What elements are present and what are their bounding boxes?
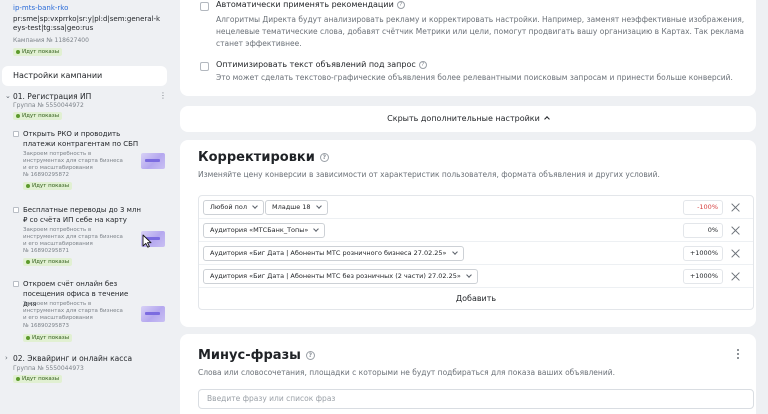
adjustments-description: Изменяйте цену конверсии в зависимости о… (198, 170, 660, 179)
status-dot-icon (26, 260, 30, 264)
hide-extra-settings-button[interactable]: Скрыть дополнительные настройки (180, 106, 756, 132)
optimize-text-label: Оптимизировать текст объявлений под запр… (216, 60, 427, 69)
status-dot-icon (26, 184, 30, 188)
adjustment-row: Аудитория «МТСБанк_Топы» 0% (199, 219, 753, 242)
adjustment-row: Аудитория «Биг Дата | Абоненты МТС без р… (199, 265, 753, 288)
age-select[interactable]: Младше 18 (265, 200, 328, 215)
add-adjustment-button[interactable]: Добавить (199, 288, 753, 310)
ad-image-thumbnail (141, 306, 165, 322)
group-number: Группа № 5550044972 (13, 102, 84, 109)
optimize-text-checkbox[interactable] (200, 62, 209, 71)
ad-description: Закроем потребность в инструментах для с… (23, 301, 123, 321)
optimize-text-description: Это может сделать текстово-графические о… (216, 73, 733, 82)
status-dot-icon (16, 377, 20, 381)
ad-description: Закроем потребность в инструментах для с… (23, 227, 123, 247)
help-icon[interactable]: ? (418, 61, 427, 69)
remove-adjustment-icon[interactable] (731, 271, 741, 281)
adjustments-list: Любой пол Младше 18 -100% Аудитория «МТС… (198, 195, 754, 310)
campaign-settings-item[interactable]: Настройки кампании (2, 66, 167, 86)
adjustments-title: Корректировки? (198, 150, 329, 165)
adjustment-value-input[interactable]: 0% (683, 223, 723, 238)
ad-checkbox[interactable] (13, 281, 19, 287)
campaign-link[interactable]: ip-mts-bank-rko (13, 4, 68, 12)
minus-phrases-input[interactable]: Введите фразу или список фраз (198, 389, 754, 409)
ad-description: Закроем потребность в инструментах для с… (23, 151, 123, 171)
remove-adjustment-icon[interactable] (731, 202, 741, 212)
adjustment-row: Аудитория «Биг Дата | Абоненты МТС розни… (199, 242, 753, 265)
ad-status-badge: Идут показы (23, 258, 73, 266)
group-status-badge: Идут показы (13, 112, 63, 120)
more-options-icon[interactable] (737, 349, 740, 361)
campaign-number: Кампания № 118627400 (13, 37, 89, 44)
extra-options-card: Автоматически применять рекомендации? Ал… (180, 0, 756, 96)
status-dot-icon (26, 336, 30, 340)
help-icon[interactable]: ? (396, 1, 405, 9)
ad-item[interactable]: Открыть РКО и проводить платежи контраге… (13, 129, 167, 199)
auto-recommendations-label: Автоматически применять рекомендации? (216, 0, 405, 9)
ad-number: № 16890295872 (23, 172, 69, 178)
status-dot-icon (16, 114, 20, 118)
remove-adjustment-icon[interactable] (731, 225, 741, 235)
chevron-right-icon[interactable]: › (5, 354, 8, 362)
status-dot-icon (16, 50, 20, 54)
campaign-status-badge: Идут показы (13, 48, 63, 56)
minus-phrases-title: Минус-фразы? (198, 348, 315, 363)
group-name[interactable]: 01. Регистрация ИП (13, 92, 91, 101)
auto-recommendations-checkbox[interactable] (200, 2, 209, 11)
group-number: Группа № 5550044973 (13, 365, 84, 372)
audience-select[interactable]: Аудитория «Биг Дата | Абоненты МТС без р… (203, 269, 478, 284)
more-icon[interactable]: ⋮ (159, 91, 167, 100)
minus-phrases-card: Минус-фразы? Слова или словосочетания, п… (180, 334, 756, 414)
auto-recommendations-description: Алгоритмы Директа будут анализировать ре… (216, 15, 745, 48)
audience-select[interactable]: Аудитория «Биг Дата | Абоненты МТС розни… (203, 246, 464, 261)
group-status-badge: Идут показы (13, 375, 63, 383)
ad-status-badge: Идут показы (23, 334, 73, 342)
adjustments-card: Корректировки? Изменяйте цену конверсии … (180, 140, 756, 327)
audience-select[interactable]: Аудитория «МТСБанк_Топы» (203, 223, 326, 238)
gender-select[interactable]: Любой пол (203, 200, 265, 215)
chevron-down-icon[interactable]: ⌄ (5, 92, 11, 100)
remove-adjustment-icon[interactable] (731, 248, 741, 258)
ad-number: № 16890295871 (23, 248, 69, 254)
ad-image-thumbnail (141, 153, 165, 169)
mouse-cursor-icon (142, 234, 152, 248)
ad-checkbox[interactable] (13, 207, 19, 213)
toggle-extra-settings-card: Скрыть дополнительные настройки (180, 106, 756, 132)
adjustment-value-input[interactable]: +1000% (683, 269, 723, 284)
adjustment-value-input[interactable]: -100% (683, 200, 723, 215)
ad-title: Бесплатные переводы до 3 млн ₽ со счёта … (23, 206, 142, 224)
adjustment-value-input[interactable]: +1000% (683, 246, 723, 261)
chevron-up-icon (543, 116, 550, 122)
group-name[interactable]: 02. Эквайринг и онлайн касса (13, 354, 132, 363)
help-icon[interactable]: ? (319, 153, 329, 162)
campaign-name: pr:sme|sp:vxprrko|sr:y|pl:d|sem:general-… (13, 15, 161, 32)
ad-item[interactable]: Откроем счёт онлайн без посещения офиса … (13, 279, 167, 351)
ad-title: Открыть РКО и проводить платежи контраге… (23, 130, 139, 148)
ad-status-badge: Идут показы (23, 182, 73, 190)
ad-number: № 16890295873 (23, 323, 69, 329)
minus-phrases-description: Слова или словосочетания, площадки с кот… (198, 368, 615, 377)
ad-checkbox[interactable] (13, 131, 19, 137)
help-icon[interactable]: ? (305, 351, 315, 360)
campaign-sidebar: ip-mts-bank-rko pr:sme|sp:vxprrko|sr:y|p… (0, 0, 168, 414)
adjustment-row: Любой пол Младше 18 -100% (199, 196, 753, 219)
